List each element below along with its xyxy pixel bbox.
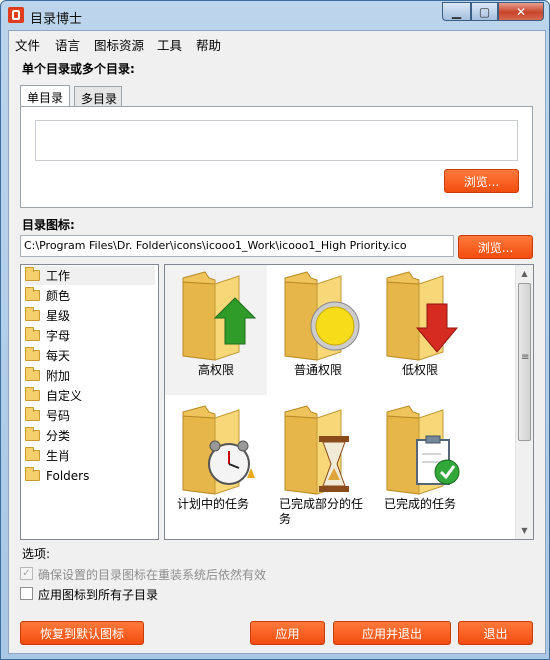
restore-default-button[interactable]: 恢复到默认图标 xyxy=(20,621,144,645)
folder-icon xyxy=(25,407,40,421)
folder-icon xyxy=(25,347,40,361)
apply-and-exit-button[interactable]: 应用并退出 xyxy=(333,621,451,645)
tab-panel: 浏览... xyxy=(20,106,533,208)
maximize-button[interactable]: ▢ xyxy=(471,2,498,21)
menu-language[interactable]: 语言 xyxy=(55,35,80,54)
folder-icon xyxy=(25,447,40,461)
icon-item[interactable]: 计划中的任务 xyxy=(165,399,267,529)
tab-multi-dir[interactable]: 多目录 xyxy=(74,86,122,106)
folder-icon xyxy=(25,427,40,441)
icon-label: 高权限 xyxy=(197,363,234,377)
folder-up-arrow-icon xyxy=(182,271,257,361)
category-item[interactable]: 生肖 xyxy=(25,446,70,465)
dir-icon-label: 目录图标: xyxy=(22,218,75,232)
folder-icon xyxy=(25,327,40,341)
apply-subdirs-label: 应用图标到所有子目录 xyxy=(38,588,159,602)
apply-subdirs-checkbox[interactable] xyxy=(20,587,33,600)
scroll-up-icon[interactable]: ▲ xyxy=(516,265,533,282)
menu-icon-resources[interactable]: 图标资源 xyxy=(94,35,144,54)
folder-circle-icon xyxy=(284,271,360,361)
window-title: 目录博士 xyxy=(30,12,83,27)
icon-item[interactable]: 高权限 xyxy=(165,265,267,395)
icon-path-input[interactable]: C:\Program Files\Dr. Folder\icons\icooo1… xyxy=(20,235,454,257)
category-item[interactable]: Folders xyxy=(25,466,89,485)
category-item[interactable]: 自定义 xyxy=(25,386,82,405)
app-window: 目录博士 ▁ ▢ ✕ 文件 语言 图标资源 工具 帮助 单个目录或多个目录: 单… xyxy=(0,0,550,660)
icon-item[interactable]: 已完成的任务 xyxy=(369,399,471,529)
category-item[interactable]: 分类 xyxy=(25,426,70,445)
menu-bar: 文件 语言 图标资源 工具 帮助 xyxy=(9,31,545,53)
exit-button[interactable]: 退出 xyxy=(458,621,533,645)
category-item[interactable]: 附加 xyxy=(25,366,70,385)
directory-input[interactable] xyxy=(35,120,518,161)
client-area: 文件 语言 图标资源 工具 帮助 单个目录或多个目录: 单目录 多目录 浏览..… xyxy=(8,30,546,654)
folder-down-arrow-icon xyxy=(386,271,459,361)
folder-icon xyxy=(25,467,40,481)
icon-label: 已完成部分的任务 xyxy=(279,497,364,526)
icon-item[interactable]: 普通权限 xyxy=(267,265,369,395)
menu-help[interactable]: 帮助 xyxy=(196,35,221,54)
apply-button[interactable]: 应用 xyxy=(250,621,325,645)
folder-alarm-clock-icon xyxy=(182,405,255,495)
category-item[interactable]: 每天 xyxy=(25,346,70,365)
scroll-thumb[interactable] xyxy=(518,283,531,441)
persist-icon-checkbox[interactable]: ✓ xyxy=(20,567,33,580)
icon-label: 低权限 xyxy=(401,363,438,377)
close-button[interactable]: ✕ xyxy=(498,2,544,21)
icon-item[interactable]: 已完成部分的任务 xyxy=(267,399,369,529)
icon-label: 普通权限 xyxy=(293,363,342,377)
category-list[interactable]: 工作 颜色 星级 字母 每天 附加 自定义 号码 分类 生肖 Folders xyxy=(20,264,159,540)
category-item[interactable]: 颜色 xyxy=(25,286,70,305)
folder-icon xyxy=(25,387,40,401)
folder-icon xyxy=(25,287,40,301)
title-bar[interactable]: 目录博士 ▁ ▢ ✕ xyxy=(1,1,549,31)
icon-grid[interactable]: 高权限 普通权限 低权限 计划中的任务 已完成部分的任务 已完成的任务 ▲ ≡ … xyxy=(164,264,534,540)
minimize-button[interactable]: ▁ xyxy=(442,2,471,21)
scroll-down-icon[interactable]: ▼ xyxy=(516,522,533,539)
icon-item[interactable]: 低权限 xyxy=(369,265,471,395)
category-item[interactable]: 号码 xyxy=(25,406,70,425)
browse-icon-button[interactable]: 浏览... xyxy=(458,235,533,259)
app-logo-icon xyxy=(8,7,24,23)
folder-icon xyxy=(25,307,40,321)
folder-icon xyxy=(25,367,40,381)
options-label: 选项: xyxy=(22,547,51,561)
folder-hourglass-icon xyxy=(284,405,349,495)
persist-icon-label: 确保设置的目录图标在重装系统后依然有效 xyxy=(38,568,267,582)
icon-label: 计划中的任务 xyxy=(177,497,250,511)
menu-file[interactable]: 文件 xyxy=(15,35,40,54)
folder-icon xyxy=(25,267,40,281)
tab-single-dir[interactable]: 单目录 xyxy=(20,85,70,107)
category-item[interactable]: 星级 xyxy=(25,306,70,325)
icon-label: 已完成的任务 xyxy=(383,497,456,511)
menu-tools[interactable]: 工具 xyxy=(157,35,182,54)
single-or-multi-label: 单个目录或多个目录: xyxy=(22,62,135,76)
icon-grid-scrollbar[interactable]: ▲ ▼ xyxy=(515,265,533,539)
browse-dir-button[interactable]: 浏览... xyxy=(444,169,519,193)
folder-clipboard-check-icon xyxy=(386,405,460,495)
category-item[interactable]: 工作 xyxy=(25,266,155,285)
category-item[interactable]: 字母 xyxy=(25,326,70,345)
